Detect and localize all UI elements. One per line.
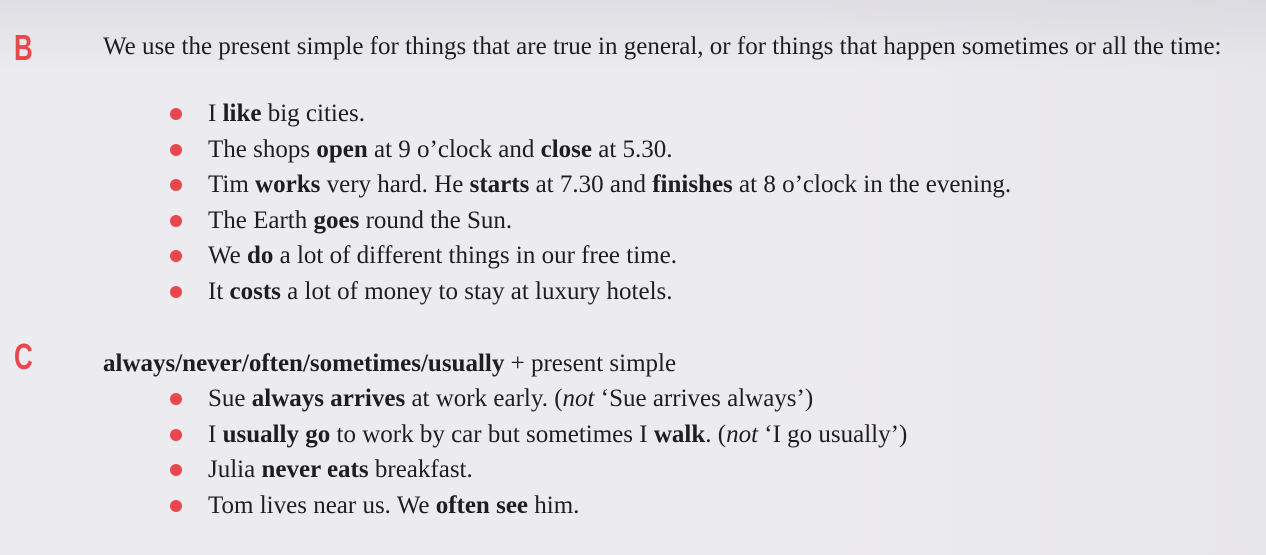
b-example-1: I like big cities. xyxy=(167,96,1011,132)
bullet-dot-icon xyxy=(170,393,182,405)
c-example-3: Julia never eats breakfast. xyxy=(167,452,907,488)
bullet-dot-icon xyxy=(170,179,182,192)
bullet-dot-icon xyxy=(170,285,182,298)
example-text: a lot of different things in our free ti… xyxy=(273,242,677,270)
b-example-4: The Earth goes round the Sun. xyxy=(167,203,1011,239)
verb-highlight: usually go xyxy=(222,420,331,448)
example-text: It xyxy=(208,277,230,305)
example-text: The Earth xyxy=(208,206,314,234)
example-text: . ( xyxy=(705,420,727,448)
verb-highlight: always arrives xyxy=(251,385,406,412)
verb-highlight: finishes xyxy=(652,171,733,199)
verb-highlight: often see xyxy=(435,491,529,519)
adverbs-of-frequency: always/never/often/sometimes/usually xyxy=(103,350,505,377)
verb-highlight: walk xyxy=(653,420,706,448)
verb-highlight: costs xyxy=(229,277,281,305)
bullet-dot-icon xyxy=(170,250,182,263)
verb-highlight: goes xyxy=(313,206,360,234)
example-text: The shops xyxy=(208,135,317,163)
heading-rest: + present simple xyxy=(504,350,677,377)
example-text: Sue xyxy=(208,385,252,412)
section-letter-c: C xyxy=(14,336,33,377)
example-text: ‘I go usually’) xyxy=(758,420,908,448)
bullet-dot-icon xyxy=(170,108,182,120)
b-example-6: It costs a lot of money to stay at luxur… xyxy=(167,274,1011,310)
section-c-heading: always/never/often/sometimes/usually + p… xyxy=(103,345,676,382)
bullet-dot-icon xyxy=(170,214,182,227)
c-example-4: Tom lives near us. We often see him. xyxy=(167,488,907,524)
example-text: at 9 o’clock and xyxy=(367,135,541,163)
example-text: I xyxy=(208,100,223,127)
note-italic: not xyxy=(562,385,595,412)
b-example-3: Tim works very hard. He starts at 7.30 a… xyxy=(167,167,1011,203)
bullet-dot-icon xyxy=(170,143,182,156)
verb-highlight: close xyxy=(540,135,592,163)
b-example-5: We do a lot of different things in our f… xyxy=(167,238,1011,274)
example-text: big cities. xyxy=(261,100,365,127)
verb-highlight: starts xyxy=(469,171,530,199)
bullet-dot-icon xyxy=(170,499,182,512)
section-letter-b: B xyxy=(14,27,33,68)
example-text: ‘Sue arrives always’) xyxy=(594,385,814,412)
section-c-examples: Sue always arrives at work early. (not ‘… xyxy=(167,381,907,523)
example-text: I xyxy=(208,420,223,448)
verb-highlight: open xyxy=(316,135,368,163)
example-text: very hard. He xyxy=(320,171,470,199)
note-italic: not xyxy=(726,420,759,448)
verb-highlight: works xyxy=(255,171,321,199)
example-text: to work by car but sometimes I xyxy=(330,420,654,448)
example-text: Tom lives near us. We xyxy=(208,491,436,519)
example-text: at 5.30. xyxy=(591,135,673,163)
bullet-dot-icon xyxy=(170,464,182,477)
c-example-1: Sue always arrives at work early. (not ‘… xyxy=(167,381,907,417)
example-text: Tim xyxy=(208,171,256,199)
verb-highlight: do xyxy=(246,242,274,270)
section-b-examples: I like big cities. The shops open at 9 o’… xyxy=(167,96,1011,310)
example-text: Julia xyxy=(208,456,262,484)
example-text: at 7.30 and xyxy=(529,171,653,199)
c-example-2: I usually go to work by car but sometime… xyxy=(167,417,907,453)
example-text: at 8 o’clock in the evening. xyxy=(732,171,1012,199)
example-text: We xyxy=(208,242,247,270)
section-b-intro: We use the present simple for things tha… xyxy=(103,33,1222,60)
example-text: breakfast. xyxy=(368,456,473,484)
verb-highlight: never eats xyxy=(261,456,369,484)
bullet-dot-icon xyxy=(170,428,182,441)
example-text: round the Sun. xyxy=(359,206,513,234)
example-text: him. xyxy=(528,491,580,519)
example-text: a lot of money to stay at luxury hotels. xyxy=(280,277,673,305)
b-example-2: The shops open at 9 o’clock and close at… xyxy=(167,132,1011,168)
verb-highlight: like xyxy=(222,100,262,127)
example-text: at work early. ( xyxy=(405,385,563,412)
